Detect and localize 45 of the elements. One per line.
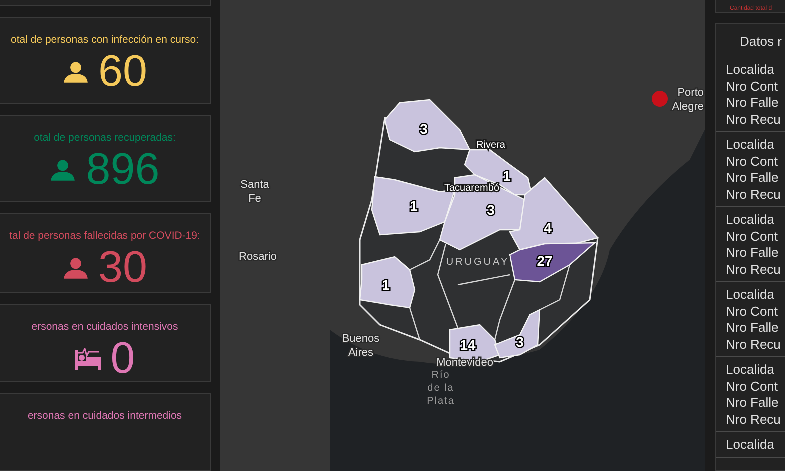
- stat-value: 896: [86, 148, 160, 192]
- case-count: 27: [537, 253, 553, 269]
- record-item[interactable]: Localida Nro Cont Nro Falle Nro Recu: [716, 132, 785, 207]
- stat-label: otal de personas con infección en curso:: [11, 34, 199, 46]
- stat-value: 0: [110, 337, 136, 381]
- stat-value: 30: [98, 246, 148, 290]
- place-label: Rivera: [476, 140, 506, 151]
- place-label: Porto Alegre: [672, 87, 704, 113]
- department-region[interactable]: [384, 99, 471, 153]
- case-count: 14: [460, 337, 476, 353]
- place-label: Rosario: [239, 251, 277, 263]
- record-item[interactable]: Localida Nro Cont Nro Falle Nro Recu: [716, 282, 785, 357]
- case-count: 4: [544, 220, 552, 236]
- place-label: Buenos Aires: [342, 333, 380, 359]
- department-region[interactable]: [509, 177, 600, 251]
- person-icon: [62, 61, 89, 83]
- department-border: [540, 264, 571, 311]
- stat-label: ersonas en cuidados intensivos: [32, 321, 178, 333]
- stat-label: ersonas en cuidados intermedios: [28, 410, 182, 422]
- place-label: Santa Fe: [240, 179, 270, 205]
- record-item[interactable]: Localida Nro Cont Nro Falle Nro Recu: [716, 357, 785, 432]
- record-item[interactable]: Localida: [716, 432, 785, 458]
- case-count: 3: [420, 121, 428, 137]
- stat-label: otal de personas recuperadas:: [34, 132, 176, 144]
- case-count: 1: [503, 168, 511, 184]
- record-item[interactable]: Localida Nro Cont Nro Falle Nro Recu: [716, 207, 785, 282]
- case-count: 1: [410, 198, 418, 214]
- location-dot-icon: [652, 91, 668, 107]
- panel-title: Datos r: [739, 33, 783, 51]
- department-region[interactable]: [509, 242, 597, 283]
- department-region[interactable]: [494, 309, 541, 359]
- case-count: 3: [516, 334, 524, 350]
- hospital-bed-icon: [74, 348, 101, 370]
- person-icon: [50, 159, 76, 182]
- place-label: Río de la Plata: [427, 370, 455, 407]
- place-label: Montevideo: [436, 357, 494, 369]
- stat-value: 60: [98, 50, 148, 94]
- case-count: 1: [382, 277, 390, 293]
- department-border: [409, 308, 421, 340]
- place-label: URUGUAY: [446, 257, 510, 268]
- case-count: 3: [487, 202, 495, 218]
- record-item[interactable]: Localida Nro Cont Nro Falle Nro Recu: [716, 57, 785, 132]
- stat-label: tal de personas fallecidas por COVID-19:: [10, 230, 200, 242]
- department-region[interactable]: [359, 256, 416, 309]
- person-icon: [62, 257, 89, 280]
